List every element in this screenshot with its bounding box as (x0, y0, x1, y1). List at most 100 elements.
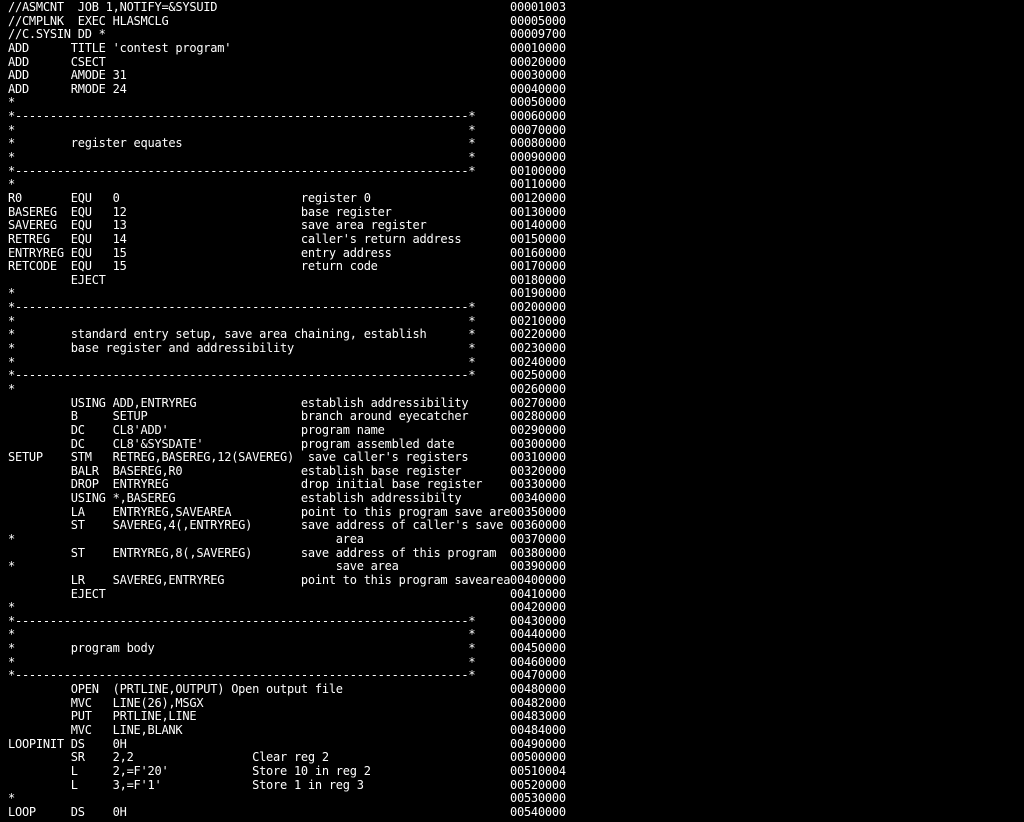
source-line[interactable]: LOOPINIT DS 0H 00490000 (0, 738, 1024, 752)
source-line[interactable]: DC CL8'ADD' program name 00290000 (0, 424, 1024, 438)
source-line[interactable]: * * 00460000 (0, 656, 1024, 670)
source-line[interactable]: * * 00440000 (0, 628, 1024, 642)
source-line-code: ENTRYREG EQU 15 entry address (8, 246, 392, 260)
sequence-number: 00010000 (510, 41, 566, 55)
source-line[interactable]: ADD AMODE 31 00030000 (0, 69, 1024, 83)
source-line[interactable]: * base register and addressibility * 0023… (0, 342, 1024, 356)
source-line-code: ADD AMODE 31 (8, 69, 127, 83)
sequence-number: 00530000 (510, 792, 566, 806)
source-line-code: EJECT (8, 587, 106, 601)
source-line[interactable]: B SETUP branch around eyecatcher 00280000 (0, 410, 1024, 424)
sequence-number: 00090000 (510, 151, 566, 165)
sequence-number: 00484000 (510, 723, 566, 737)
source-line[interactable]: * * 00070000 (0, 124, 1024, 138)
source-line-code: L 3,=F'1' Store 1 in reg 3 (8, 778, 364, 792)
source-line[interactable]: L 3,=F'1' Store 1 in reg 3 00520000 (0, 779, 1024, 793)
source-line[interactable]: *---------------------------------------… (0, 165, 1024, 179)
sequence-number: 00520000 (510, 778, 566, 792)
source-line[interactable]: * * 00210000 (0, 315, 1024, 329)
sequence-number: 00170000 (510, 260, 566, 274)
source-line[interactable]: ST ENTRYREG,8(,SAVEREG) save address of … (0, 547, 1024, 561)
source-line[interactable]: * * 00240000 (0, 356, 1024, 370)
sequence-number: 00160000 (510, 246, 566, 260)
source-line[interactable]: L 2,=F'20' Store 10 in reg 2 00510004 (0, 765, 1024, 779)
source-line[interactable]: ST SAVEREG,4(,ENTRYREG) save address of … (0, 519, 1024, 533)
source-line[interactable]: USING *,BASEREG establish addressibilty 0… (0, 492, 1024, 506)
source-line[interactable]: * * 00090000 (0, 151, 1024, 165)
source-line[interactable]: * 00190000 (0, 287, 1024, 301)
source-line[interactable]: * save area 00390000 (0, 560, 1024, 574)
sequence-number: 00260000 (510, 382, 566, 396)
source-line[interactable]: EJECT 00180000 (0, 274, 1024, 288)
source-line[interactable]: PUT PRTLINE,LINE 00483000 (0, 710, 1024, 724)
sequence-number: 00280000 (510, 410, 566, 424)
source-line[interactable]: DC CL8'&SYSDATE' program assembled date 0… (0, 438, 1024, 452)
source-line-code: DROP ENTRYREG drop initial base register (8, 478, 483, 492)
source-line[interactable]: *---------------------------------------… (0, 615, 1024, 629)
sequence-number: 00180000 (510, 273, 566, 287)
source-line[interactable]: RETREG EQU 14 caller's return address 001… (0, 233, 1024, 247)
source-line[interactable]: SAVEREG EQU 13 save area register 0014000… (0, 219, 1024, 233)
source-line-code: * base register and addressibility * (8, 342, 476, 356)
source-line[interactable]: *---------------------------------------… (0, 369, 1024, 383)
source-line[interactable]: * 00530000 (0, 792, 1024, 806)
sequence-number: 00300000 (510, 437, 566, 451)
source-line[interactable]: *---------------------------------------… (0, 301, 1024, 315)
source-line[interactable]: OPEN (PRTLINE,OUTPUT) Open output file 00… (0, 683, 1024, 697)
source-line-code: * (8, 382, 15, 396)
source-editor[interactable]: //ASMCNT JOB 1,NOTIFY=&SYSUID 00001003//C… (0, 0, 1024, 822)
sequence-number: 00040000 (510, 82, 566, 96)
source-line[interactable]: //ASMCNT JOB 1,NOTIFY=&SYSUID 00001003 (0, 1, 1024, 15)
sequence-number: 00220000 (510, 328, 566, 342)
source-line[interactable]: USING ADD,ENTRYREG establish addressibil… (0, 397, 1024, 411)
sequence-number: 00030000 (510, 69, 566, 83)
source-line[interactable]: *---------------------------------------… (0, 110, 1024, 124)
sequence-number: 00450000 (510, 642, 566, 656)
source-line[interactable]: ADD TITLE 'contest program' 00010000 (0, 42, 1024, 56)
source-line[interactable]: LOOP DS 0H 00540000 (0, 806, 1024, 820)
source-line[interactable]: LA ENTRYREG,SAVEAREA point to this progr… (0, 506, 1024, 520)
source-line[interactable]: ADD CSECT 00020000 (0, 56, 1024, 70)
sequence-number: 00140000 (510, 219, 566, 233)
source-line[interactable]: * 00110000 (0, 178, 1024, 192)
source-line[interactable]: * standard entry setup, save area chaini… (0, 328, 1024, 342)
source-line[interactable]: EJECT 00410000 (0, 588, 1024, 602)
source-line-code: * * (8, 628, 476, 642)
source-line[interactable]: SR 2,2 Clear reg 2 00500000 (0, 751, 1024, 765)
source-line-code: * save area (8, 560, 399, 574)
source-line[interactable]: * register equates * 00080000 (0, 137, 1024, 151)
source-line-code: LA ENTRYREG,SAVEAREA point to this progr… (8, 505, 510, 519)
source-line[interactable]: RETCODE EQU 15 return code 00170000 (0, 260, 1024, 274)
source-line[interactable]: BASEREG EQU 12 base register 00130000 (0, 206, 1024, 220)
source-line-code: * * (8, 151, 476, 165)
source-line[interactable]: BALR BASEREG,R0 establish base register 0… (0, 465, 1024, 479)
source-line-code: * (8, 287, 15, 301)
source-line-code: SAVEREG EQU 13 save area register (8, 219, 427, 233)
source-line[interactable]: //CMPLNK EXEC HLASMCLG 00005000 (0, 15, 1024, 29)
source-line[interactable]: R0 EQU 0 register 0 00120000 (0, 192, 1024, 206)
source-line[interactable]: ENTRYREG EQU 15 entry address 00160000 (0, 247, 1024, 261)
sequence-number: 00470000 (510, 669, 566, 683)
source-line[interactable]: * 00050000 (0, 96, 1024, 110)
source-line[interactable]: * program body * 00450000 (0, 642, 1024, 656)
source-line[interactable]: DROP ENTRYREG drop initial base register… (0, 478, 1024, 492)
source-line[interactable]: MVC LINE,BLANK 00484000 (0, 724, 1024, 738)
sequence-number: 00009700 (510, 28, 566, 42)
source-line-code: SR 2,2 Clear reg 2 (8, 751, 329, 765)
source-line[interactable]: * 00420000 (0, 601, 1024, 615)
source-line[interactable]: * 00260000 (0, 383, 1024, 397)
sequence-number: 00370000 (510, 532, 566, 546)
source-line-code: *---------------------------------------… (8, 669, 476, 683)
source-line[interactable]: SETUP STM RETREG,BASEREG,12(SAVEREG) sav… (0, 451, 1024, 465)
sequence-number: 00270000 (510, 396, 566, 410)
source-line[interactable]: MVC LINE(26),MSGX 00482000 (0, 697, 1024, 711)
source-line[interactable]: * area 00370000 (0, 533, 1024, 547)
source-line-code: BASEREG EQU 12 base register (8, 205, 392, 219)
source-line[interactable]: //C.SYSIN DD * 00009700 (0, 28, 1024, 42)
sequence-number: 00430000 (510, 614, 566, 628)
source-line[interactable]: *---------------------------------------… (0, 669, 1024, 683)
source-line-code: * standard entry setup, save area chaini… (8, 328, 476, 342)
sequence-number: 00080000 (510, 137, 566, 151)
source-line[interactable]: ADD RMODE 24 00040000 (0, 83, 1024, 97)
source-line[interactable]: LR SAVEREG,ENTRYREG point to this progra… (0, 574, 1024, 588)
